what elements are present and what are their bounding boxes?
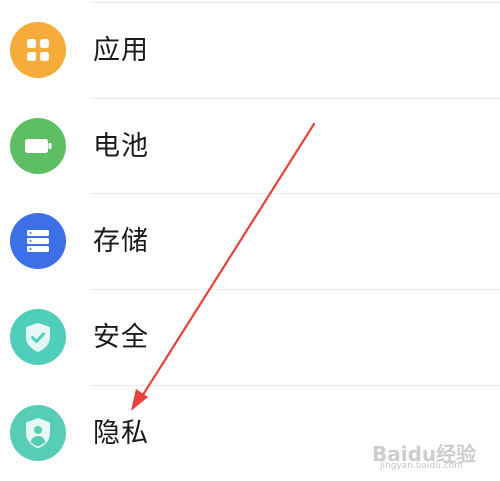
settings-item-security[interactable]: 安全 [0, 290, 500, 385]
privacy-shield-user-icon [10, 405, 66, 461]
baidu-jingyan-watermark: Baidu经验 jingyan.baidu.com [372, 438, 494, 478]
settings-screen: 应用 电池 存储 安全 隐私 Baidu经验 jingyan.baidu.com [0, 0, 500, 481]
settings-item-label: 隐私 [93, 418, 149, 449]
settings-item-label: 安全 [93, 322, 149, 353]
battery-icon [10, 118, 66, 174]
settings-item-storage[interactable]: 存储 [0, 194, 500, 289]
apps-grid-icon [10, 22, 66, 78]
settings-item-label: 存储 [93, 226, 149, 257]
watermark-url: jingyan.baidu.com [380, 461, 464, 471]
settings-item-label: 应用 [93, 35, 149, 66]
settings-item-battery[interactable]: 电池 [0, 99, 500, 194]
settings-item-label: 电池 [93, 131, 149, 162]
security-shield-check-icon [10, 309, 66, 365]
settings-item-apps[interactable]: 应用 [0, 3, 500, 98]
storage-icon [10, 213, 66, 269]
